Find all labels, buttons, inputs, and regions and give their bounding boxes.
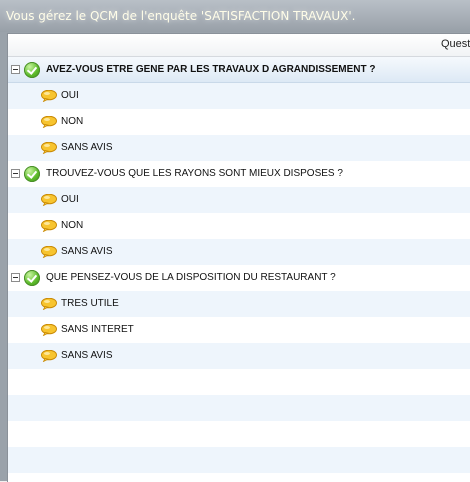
window-title: Vous gérez le QCM de l'enquête 'SATISFAC… xyxy=(6,9,356,23)
empty-row xyxy=(8,421,470,447)
question-label: TROUVEZ-VOUS QUE LES RAYONS SONT MIEUX D… xyxy=(46,168,343,179)
question-label: AVEZ-VOUS ETRE GENE PAR LES TRAVAUX D AG… xyxy=(46,64,376,75)
check-circle-icon xyxy=(24,166,40,182)
collapse-minus-icon[interactable] xyxy=(11,273,20,282)
answer-row[interactable]: TRES UTILE xyxy=(8,291,470,317)
answer-row[interactable]: SANS AVIS xyxy=(8,239,470,265)
check-circle-icon xyxy=(24,62,40,78)
speech-bubble-icon xyxy=(41,220,57,232)
answer-row[interactable]: NON xyxy=(8,109,470,135)
answer-label: NON xyxy=(61,116,84,127)
empty-row xyxy=(8,395,470,421)
question-label: QUE PENSEZ-VOUS DE LA DISPOSITION DU RES… xyxy=(46,272,336,283)
answer-row[interactable]: SANS AVIS xyxy=(8,135,470,161)
answer-label: OUI xyxy=(61,194,79,205)
speech-bubble-icon xyxy=(41,116,57,128)
answer-row[interactable]: NON xyxy=(8,213,470,239)
tree-rows: AVEZ-VOUS ETRE GENE PAR LES TRAVAUX D AG… xyxy=(8,57,470,482)
answer-label: SANS AVIS xyxy=(61,350,113,361)
title-bar[interactable]: Vous gérez le QCM de l'enquête 'SATISFAC… xyxy=(0,0,470,32)
speech-bubble-icon xyxy=(41,90,57,102)
speech-bubble-icon xyxy=(41,246,57,258)
column-header[interactable]: Questions xyxy=(8,34,470,57)
answer-label: SANS AVIS xyxy=(61,246,113,257)
answer-label: TRES UTILE xyxy=(61,298,119,309)
answer-label: SANS INTERET xyxy=(61,324,134,335)
answer-row[interactable]: OUI xyxy=(8,83,470,109)
answer-label: SANS AVIS xyxy=(61,142,113,153)
speech-bubble-icon xyxy=(41,298,57,310)
speech-bubble-icon xyxy=(41,350,57,362)
empty-row xyxy=(8,369,470,395)
question-row[interactable]: TROUVEZ-VOUS QUE LES RAYONS SONT MIEUX D… xyxy=(8,161,470,187)
window: Vous gérez le QCM de l'enquête 'SATISFAC… xyxy=(0,0,470,482)
column-header-questions: Questions xyxy=(441,38,470,50)
check-circle-icon xyxy=(24,270,40,286)
collapse-minus-icon[interactable] xyxy=(11,169,20,178)
speech-bubble-icon xyxy=(41,194,57,206)
question-row[interactable]: AVEZ-VOUS ETRE GENE PAR LES TRAVAUX D AG… xyxy=(8,57,470,83)
answer-label: OUI xyxy=(61,90,79,101)
speech-bubble-icon xyxy=(41,324,57,336)
answer-row[interactable]: SANS AVIS xyxy=(8,343,470,369)
collapse-minus-icon[interactable] xyxy=(11,65,20,74)
answer-label: NON xyxy=(61,220,84,231)
speech-bubble-icon xyxy=(41,142,57,154)
question-row[interactable]: QUE PENSEZ-VOUS DE LA DISPOSITION DU RES… xyxy=(8,265,470,291)
tree-grid[interactable]: Questions AVEZ-VOUS ETRE GENE PAR LES TR… xyxy=(7,33,470,482)
answer-row[interactable]: SANS INTERET xyxy=(8,317,470,343)
answer-row[interactable]: OUI xyxy=(8,187,470,213)
empty-row xyxy=(8,447,470,473)
